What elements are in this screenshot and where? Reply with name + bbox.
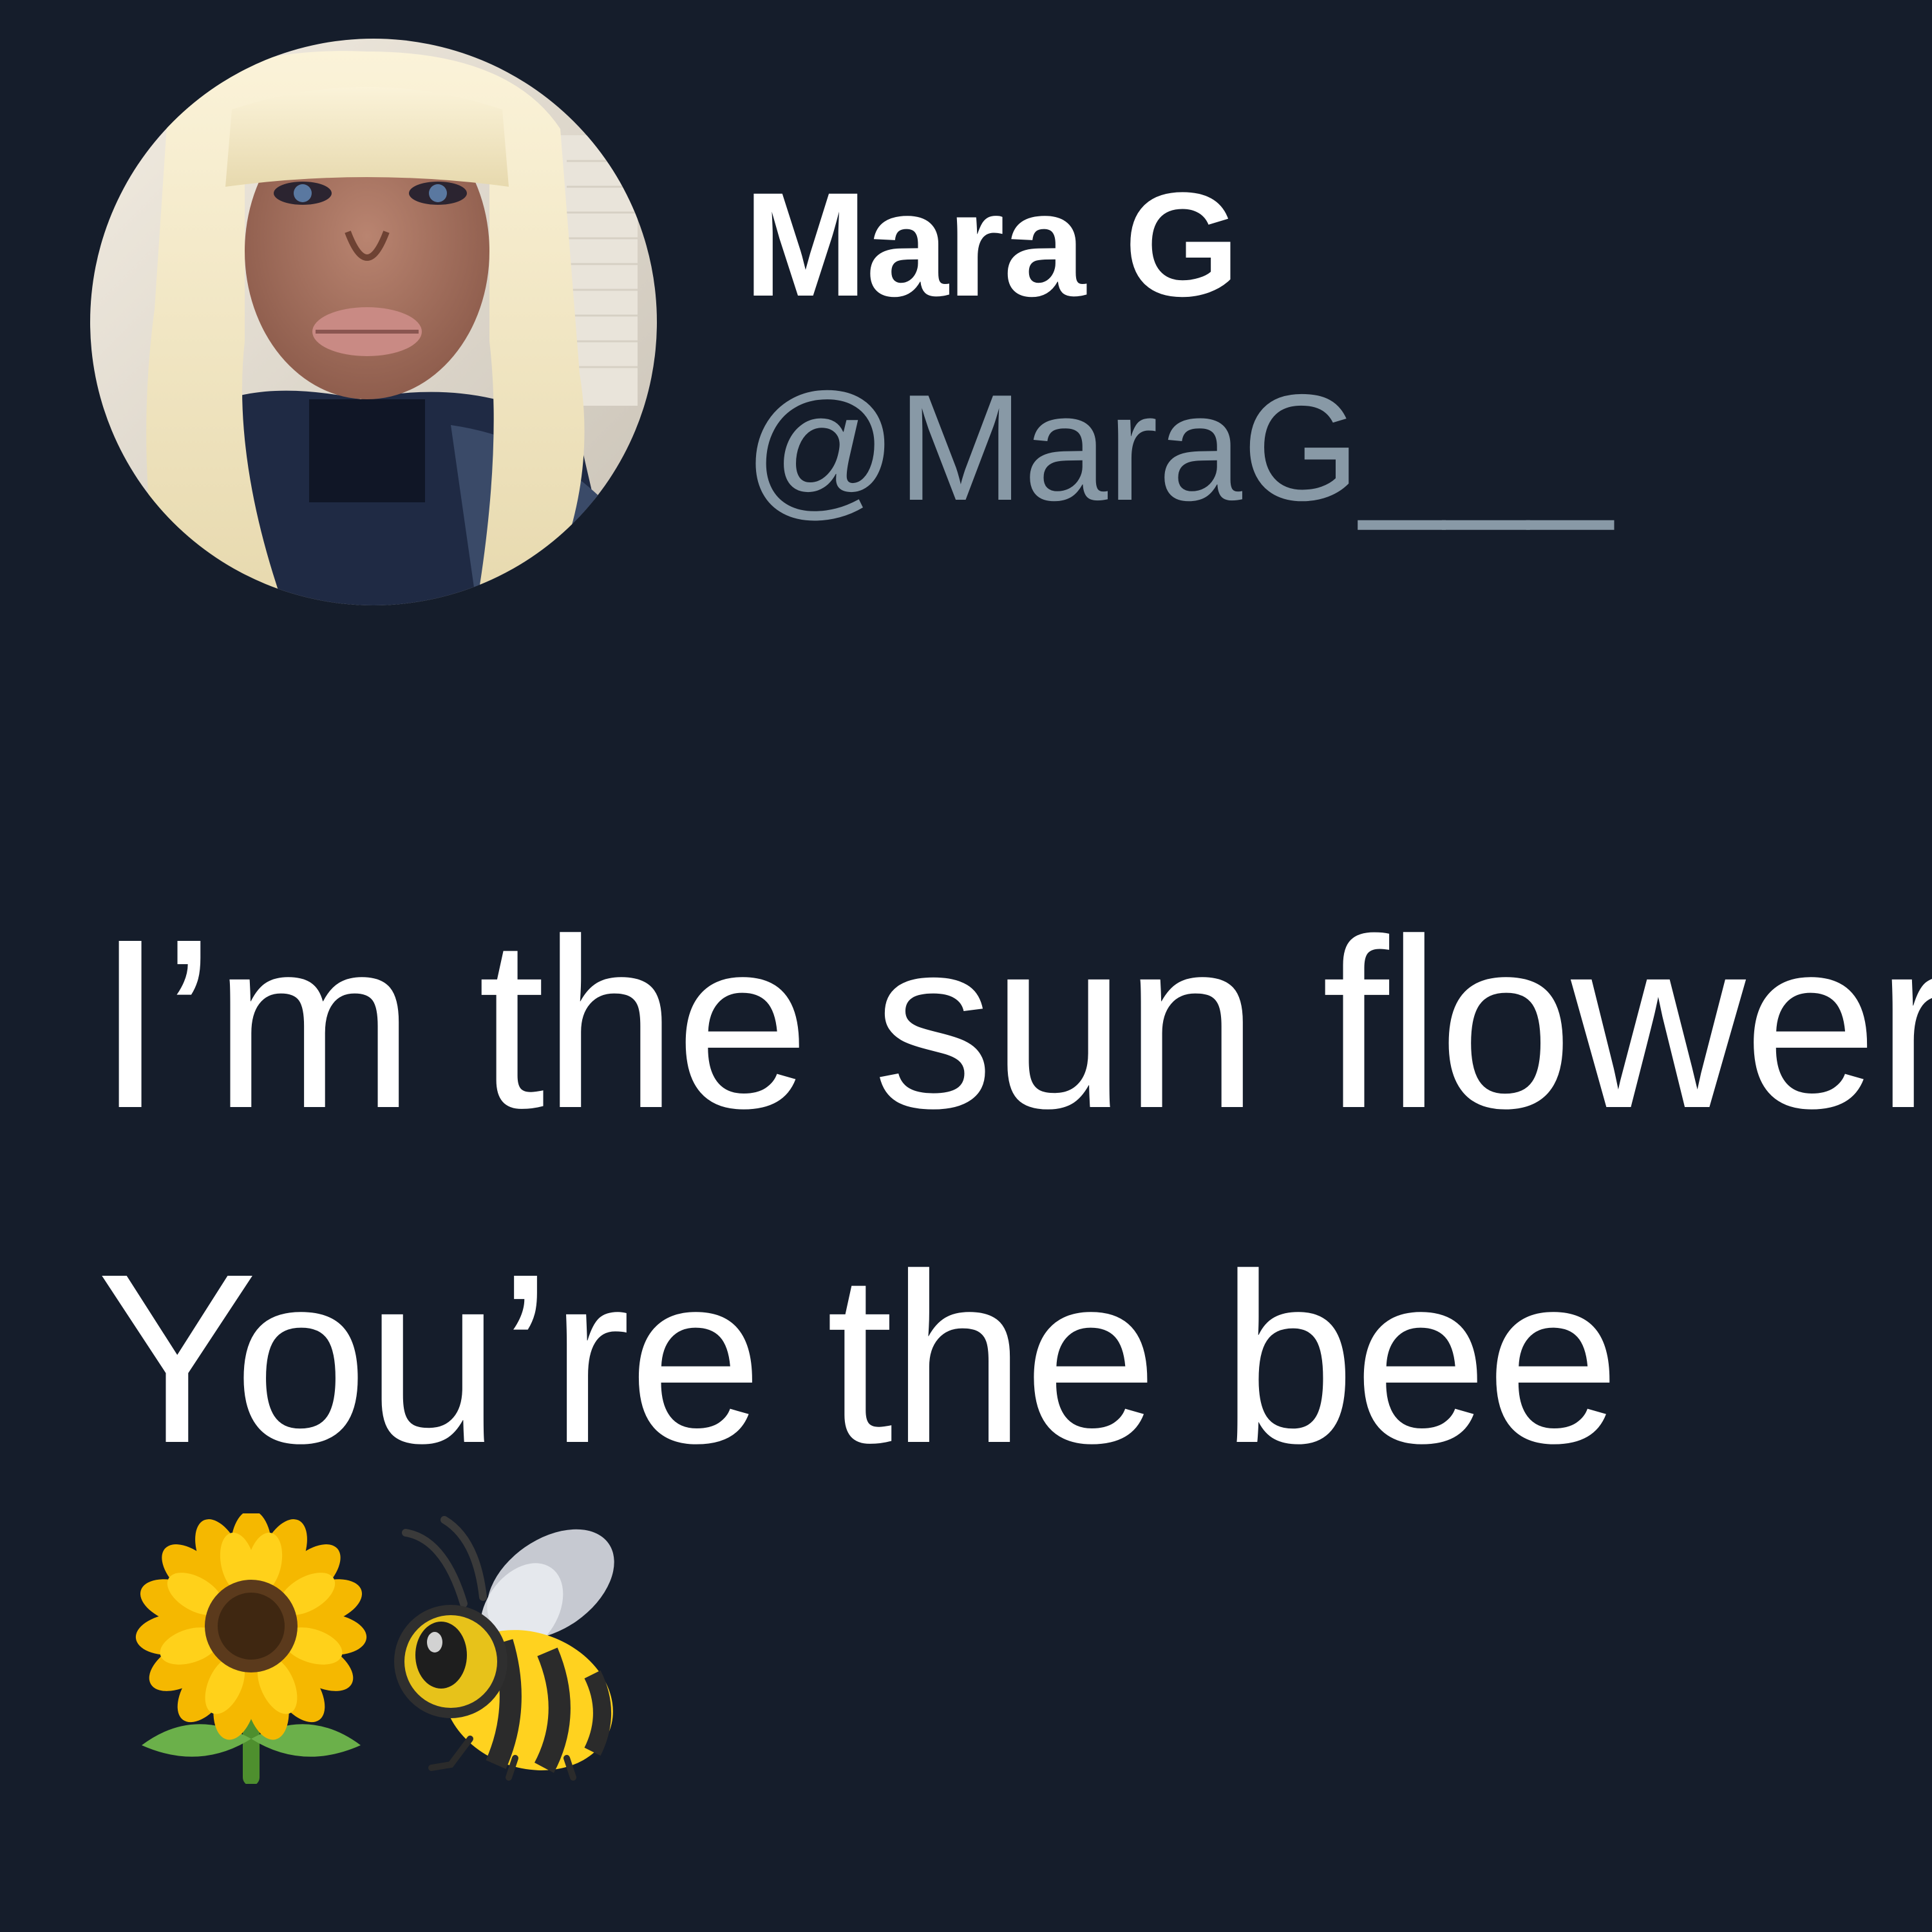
- tweet-header: Mara G @MaraG___: [90, 39, 1829, 605]
- tweet-text-line-2: You’re the bee: [97, 1224, 1620, 1493]
- user-info: Mara G @MaraG___: [744, 39, 1774, 605]
- avatar[interactable]: [90, 39, 657, 605]
- user-handle[interactable]: @MaraG___: [744, 364, 1613, 531]
- sunflower-emoji-icon: [129, 1510, 374, 1786]
- avatar-image: [90, 39, 657, 605]
- tweet-card: Mara G @MaraG___ I’m the sun flower You’…: [0, 0, 1932, 1932]
- tweet-text-line-1: I’m the sun flower: [97, 889, 1932, 1159]
- display-name[interactable]: Mara G: [744, 161, 1240, 328]
- emoji-row: [129, 1510, 708, 1786]
- tweet-text: I’m the sun flower You’re the bee: [97, 857, 1932, 1526]
- bee-emoji-icon: [380, 1513, 625, 1784]
